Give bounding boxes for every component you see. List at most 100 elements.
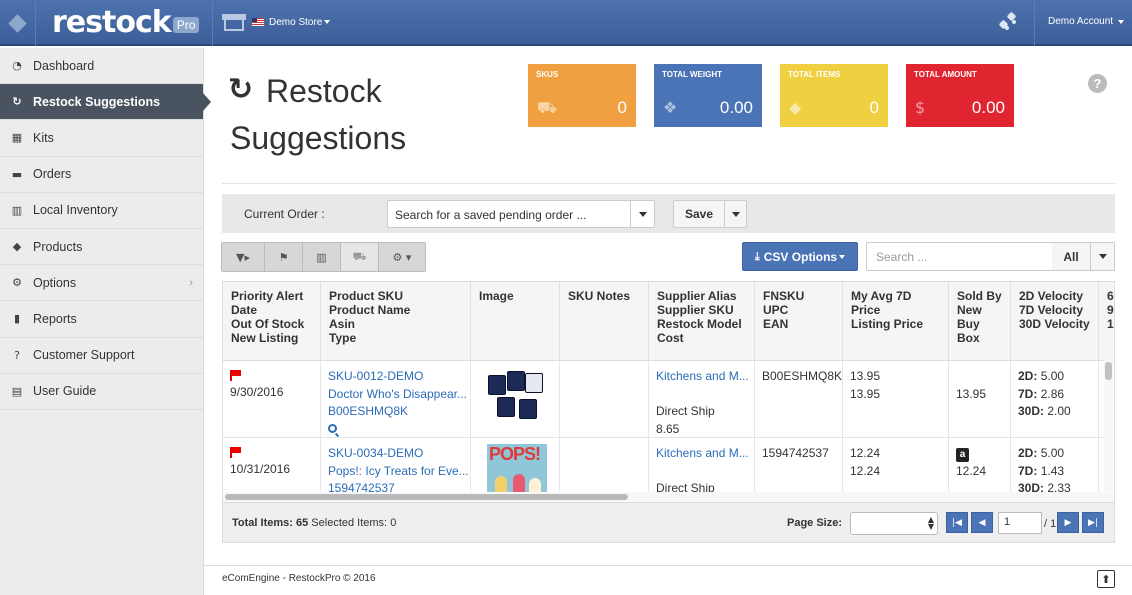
csv-options-label: CSV Options [763, 249, 838, 264]
column-header-line: Out Of Stock [231, 317, 305, 331]
total-weight-card: Total Weight ❖ 0.00 [654, 64, 762, 127]
product-name-link[interactable]: Pops!: Icy Treats for Eve... [328, 463, 469, 481]
sidebar-item-dashboard[interactable]: ◔ Dashboard [0, 48, 203, 85]
card-label: SKUs [536, 70, 559, 79]
column-header[interactable]: SKU Notes [560, 282, 649, 361]
sidebar-item-reports[interactable]: ▮ Reports [0, 301, 203, 338]
table-row[interactable]: 9/30/2016 SKU-0012-DEMO Doctor Who's Dis… [223, 361, 1114, 438]
account-menu[interactable]: Demo Account [1048, 16, 1124, 27]
column-header[interactable]: 691 [1099, 282, 1114, 361]
asin-link[interactable]: B00ESHMQ8K [328, 403, 463, 421]
caret-down-icon [839, 254, 846, 259]
chevron-down-icon[interactable] [630, 201, 654, 227]
sidebar-item-kits[interactable]: ▦ Kits [0, 120, 203, 157]
sync-icon[interactable] [996, 11, 1022, 34]
column-header[interactable]: FNSKU UPC EAN [755, 282, 843, 361]
divider [1034, 0, 1035, 46]
column-header[interactable]: 2D Velocity 7D Velocity 30D Velocity [1011, 282, 1099, 361]
column-header-line: Restock Model [657, 317, 742, 331]
warehouse-button[interactable]: ▥ [303, 243, 341, 271]
store-selector[interactable]: Demo Store [222, 10, 331, 34]
next-page-button[interactable]: ▶ [1057, 512, 1079, 533]
save-button[interactable]: Save [674, 201, 725, 227]
first-page-button[interactable]: |◀ [946, 512, 968, 533]
velocity-2d: 5.00 [1040, 446, 1065, 460]
page-number-input[interactable]: 1 [998, 512, 1042, 534]
column-header[interactable]: Product SKU Product Name Asin Type [321, 282, 471, 361]
velocity-cell: 2D: 5.00 7D: 2.86 30D: 2.00 [1011, 361, 1099, 438]
supplier-alias-link[interactable]: Kitchens and M... [656, 368, 749, 386]
save-options-dropdown[interactable] [725, 201, 747, 227]
column-header[interactable]: Supplier Alias Supplier SKU Restock Model C… [649, 282, 755, 361]
supplier-alias-link[interactable]: Kitchens and M... [656, 445, 749, 463]
restock-grid: Priority Alert Date Out Of Stock New Listin… [222, 281, 1115, 503]
question-circle-icon: ? [14, 348, 20, 362]
page-size-label: Page Size: [787, 517, 843, 529]
prev-page-button[interactable]: ◀ [971, 512, 993, 533]
building-icon: ▥ [316, 250, 327, 264]
page-size-select[interactable]: ▲ ▼ [850, 512, 938, 535]
account-label: Demo Account [1048, 16, 1114, 27]
column-header[interactable]: Image [471, 282, 560, 361]
product-image[interactable] [485, 367, 551, 431]
filter-button[interactable]: ▼▸ [222, 243, 265, 271]
pending-order-value: Search for a saved pending order ... [395, 208, 587, 222]
csv-options-button[interactable]: ⤓ CSV Options [742, 242, 858, 271]
red-flag-icon[interactable] [230, 370, 242, 381]
sidebar-item-customer-support[interactable]: ? Customer Support [0, 338, 203, 374]
sku-notes-cell[interactable] [560, 361, 649, 438]
column-header-line: 9 [1107, 303, 1114, 317]
priority-cell: 9/30/2016 [223, 361, 321, 438]
arrow-up-icon: ⬆ [1101, 572, 1111, 586]
horizontal-scrollbar[interactable] [223, 492, 1114, 502]
caret-down-icon[interactable] [1091, 243, 1114, 270]
page-title: Restock Suggestions [230, 73, 407, 156]
app-logo[interactable]: restock Pro [52, 5, 200, 40]
cubes-icon: ▦ [11, 131, 23, 145]
sidebar-item-restock-suggestions[interactable]: ↻ Restock Suggestions [0, 84, 211, 121]
sidebar-item-label: User Guide [33, 384, 97, 399]
gear-icon: ⚙ ▾ [392, 250, 412, 264]
help-icon[interactable]: ? [1088, 74, 1107, 93]
column-header[interactable]: My Avg 7D Price Listing Price [843, 282, 949, 361]
sidebar-item-user-guide[interactable]: ▤ User Guide [0, 374, 203, 410]
cart-button[interactable]: ⛟ [341, 243, 379, 271]
product-sku-link[interactable]: SKU-0034-DEMO [328, 445, 463, 463]
product-sku-link[interactable]: SKU-0012-DEMO [328, 368, 463, 386]
grid-header: Priority Alert Date Out Of Stock New Listin… [223, 282, 1114, 361]
column-header-line: SKU Notes [568, 289, 631, 303]
buy-box-price: 13.95 [956, 386, 987, 401]
search-input[interactable]: Search ... [866, 242, 1053, 271]
product-cell: SKU-0012-DEMO Doctor Who's Disappear... … [321, 361, 471, 438]
red-flag-icon[interactable] [230, 447, 242, 458]
top-navbar: restock Pro Demo Store Demo Account [0, 0, 1132, 46]
store-name: Demo Store [269, 16, 323, 28]
column-header-line: Asin [329, 317, 356, 331]
sidebar-item-options[interactable]: ⚙ Options › [0, 265, 203, 302]
last-page-button[interactable]: ▶| [1082, 512, 1104, 533]
home-button[interactable] [0, 0, 36, 46]
sidebar-item-orders[interactable]: ▬ Orders [0, 157, 203, 193]
product-name-link[interactable]: Doctor Who's Disappear... [328, 386, 467, 404]
column-header-line: New Listing [231, 331, 299, 345]
divider [222, 183, 1115, 184]
copyright: eComEngine - RestockPro © 2016 [222, 573, 376, 584]
sidebar-item-products[interactable]: ◆ Products [0, 229, 203, 266]
listing-price: 13.95 [850, 386, 881, 401]
sidebar-item-local-inventory[interactable]: ▥ Local Inventory [0, 193, 203, 229]
fnsku-cell: B00ESHMQ8K [755, 361, 843, 438]
column-header-line: Product SKU [329, 289, 404, 303]
pending-order-select[interactable]: Search for a saved pending order ... [387, 200, 655, 228]
search-scope-select[interactable]: All [1052, 242, 1115, 271]
search-icon[interactable] [328, 423, 337, 433]
vertical-scrollbar[interactable] [1104, 360, 1113, 491]
page-footer: eComEngine - RestockPro © 2016 ⬆ [204, 565, 1132, 595]
skus-card: SKUs ⛟ 0 [528, 64, 636, 127]
prev-page-icon: ◀ [978, 517, 986, 528]
settings-dropdown-button[interactable]: ⚙ ▾ [379, 243, 425, 271]
column-header[interactable]: Priority Alert Date Out Of Stock New Listin… [223, 282, 321, 361]
flag-icon: ⚑ [278, 250, 289, 264]
scroll-to-top-button[interactable]: ⬆ [1097, 570, 1115, 588]
flag-button[interactable]: ⚑ [265, 243, 303, 271]
column-header[interactable]: Sold By New Buy Box [949, 282, 1011, 361]
